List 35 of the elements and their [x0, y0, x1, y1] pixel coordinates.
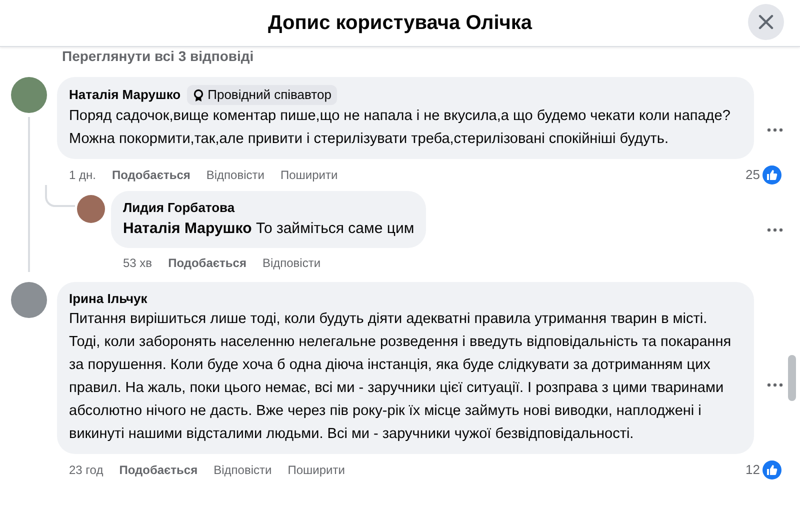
close-button[interactable] — [748, 4, 784, 40]
dialog-title: Допис користувача Олічка — [268, 11, 532, 36]
author-name[interactable]: Ірина Ільчук — [69, 290, 148, 308]
share-link[interactable]: Поширити — [288, 461, 345, 479]
close-icon — [758, 14, 774, 30]
reaction-count: 25 — [746, 166, 760, 184]
like-icon — [762, 165, 782, 185]
timestamp: 1 дн. — [69, 167, 96, 184]
reply-link[interactable]: Відповісти — [214, 461, 272, 479]
award-icon — [192, 88, 204, 102]
reply-link[interactable]: Відповісти — [206, 166, 264, 184]
comment-text: Поряд садочок,вище коментар пише,що не напала і не вкусила,а що будемо чекати коли нападе?Можна покормити,так,але привити і стерилізувати треба,стерилізовані спокійніші будуть. — [69, 107, 732, 149]
reaction-count: 12 — [746, 461, 760, 479]
timestamp: 53 хв — [123, 255, 152, 272]
comment-text: Питання вирішиться лише тоді, коли будуть діяти адекватні правила утримання тварин в місті. Тоді, коли заборонять населенню нелегальне розведення і введуть відповідальність та покарання за порушення. Коли буде хоча б одна діюча інстанція, яка буде слідкувати за дотриманням цих правил. На жаль, поки цього немає, всі ми - заручники цієї ситуації. І розправа з цими тваринами абсолютно нічого не дасть. Вже через пів року-рік їх місце займуть нові виводки, наплоджені і викинуті нашими відсталими людьми. Всі ми - заручники чужої безвідповідальності. — [69, 310, 732, 444]
reply-link[interactable]: Відповісти — [262, 254, 321, 272]
scrollbar-thumb[interactable] — [788, 355, 796, 401]
like-link[interactable]: Подобається — [112, 166, 190, 184]
more-options-icon[interactable] — [766, 227, 784, 233]
author-name[interactable]: Лидия Горбатова — [123, 199, 414, 217]
view-replies-link[interactable]: Переглянути всі 3 відповіді — [0, 47, 800, 65]
avatar[interactable] — [11, 77, 47, 113]
author-name[interactable]: Наталія Марушко — [69, 86, 181, 104]
more-options-icon[interactable] — [766, 382, 784, 388]
thread-line — [45, 185, 75, 207]
timestamp: 23 год — [69, 462, 104, 479]
more-options-icon[interactable] — [766, 127, 784, 133]
avatar[interactable] — [11, 282, 47, 318]
like-link[interactable]: Подобається — [168, 254, 246, 272]
badge-label: Провідний співавтор — [208, 86, 332, 104]
like-icon — [762, 460, 782, 480]
like-link[interactable]: Подобається — [119, 461, 198, 479]
reply-text: Наталія Марушко То займіться саме цим — [123, 219, 414, 239]
avatar[interactable] — [77, 195, 105, 223]
share-link[interactable]: Поширити — [280, 166, 338, 184]
